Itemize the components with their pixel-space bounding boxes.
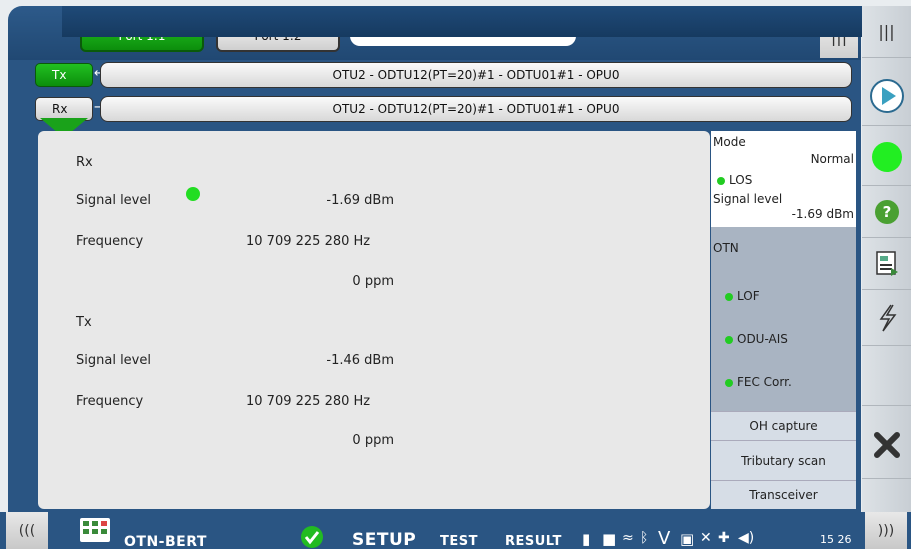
fec-corr-led <box>725 378 733 387</box>
tx-signal-label: Signal level <box>76 353 151 368</box>
fec-corr-label: FEC Corr. <box>737 375 792 389</box>
los-label: LOS <box>729 173 753 187</box>
odu-ais-led <box>725 335 733 344</box>
volume-icon[interactable]: ◀) <box>738 530 754 546</box>
storage-icon: ■ <box>602 530 617 548</box>
transceiver-button[interactable]: Transceiver <box>711 480 856 509</box>
lof-led <box>725 292 733 301</box>
status-panel: Mode Normal LOS Signal level -1.69 dBm O… <box>711 131 856 509</box>
result-tab[interactable]: RESULT <box>505 534 562 549</box>
terminal-icon: ▣ <box>680 530 695 548</box>
expand-left-button[interactable]: ((( <box>6 512 48 549</box>
status-signal-value: -1.69 dBm <box>791 207 854 221</box>
tx-frequency-value: 10 709 225 280 Hz <box>246 394 371 409</box>
expand-right-button[interactable]: ))) <box>865 512 907 549</box>
test-tab[interactable]: TEST <box>440 534 478 549</box>
los-led <box>717 176 725 185</box>
v-icon: V <box>658 528 671 549</box>
status-summary: Mode Normal LOS Signal level -1.69 dBm <box>711 131 856 227</box>
tx-button[interactable]: Tx <box>35 63 93 87</box>
odu-ais-indicator: ODU-AIS <box>725 332 788 346</box>
mode-label: Mode <box>713 135 746 149</box>
status-signal-label: Signal level <box>713 192 783 206</box>
rx-ppm-value: 0 ppm <box>352 274 394 289</box>
oh-capture-button[interactable]: OH capture <box>711 411 856 440</box>
tributary-scan-button[interactable]: Tributary scan <box>711 440 856 480</box>
setup-tab[interactable]: SETUP <box>352 530 416 549</box>
otn-label: OTN <box>713 241 739 255</box>
otn-alarms: OTN LOF ODU-AIS FEC Corr. <box>711 227 856 411</box>
svg-text:?: ? <box>882 203 891 221</box>
mode-value: Normal <box>810 152 854 166</box>
app-grid-icon[interactable] <box>80 518 110 542</box>
tx-frequency-label: Frequency <box>76 394 144 409</box>
rx-path[interactable]: OTU2 - ODTU12(PT=20)#1 - ODTU01#1 - OPU0 <box>100 96 852 122</box>
rx-frequency-value: 10 709 225 280 Hz <box>246 234 371 249</box>
check-icon <box>301 526 323 548</box>
rx-signal-led <box>186 187 200 201</box>
power-icon: ▮ <box>582 530 591 548</box>
status-led-icon <box>862 128 911 186</box>
lightning-icon[interactable] <box>862 290 911 346</box>
clock: 15 26 <box>820 533 852 546</box>
fec-corr-indicator: FEC Corr. <box>725 375 792 389</box>
los-indicator: LOS <box>717 173 752 187</box>
signal-panel: Rx Signal level -1.69 dBm Frequency 10 7… <box>38 131 710 509</box>
blank-slot <box>862 346 911 406</box>
usb-icon: ✚ <box>718 530 730 546</box>
lof-label: LOF <box>737 289 760 303</box>
tx-title: Tx <box>76 315 92 330</box>
close-icon[interactable] <box>862 411 911 479</box>
rx-signal-value: -1.69 dBm <box>326 193 394 208</box>
play-icon[interactable] <box>862 66 911 126</box>
lof-indicator: LOF <box>725 289 760 303</box>
rx-frequency-label: Frequency <box>76 234 144 249</box>
side-menu-icon[interactable]: ||| <box>862 6 911 58</box>
tx-signal-value: -1.46 dBm <box>326 353 394 368</box>
odu-ais-label: ODU-AIS <box>737 332 788 346</box>
bluetooth-icon: ᛒ <box>640 530 649 546</box>
network-icon: ✕ <box>700 530 712 546</box>
rx-title: Rx <box>76 155 93 170</box>
tx-path[interactable]: OTU2 - ODTU12(PT=20)#1 - ODTU01#1 - OPU0 <box>100 62 852 88</box>
rx-signal-label: Signal level <box>76 193 151 208</box>
wifi-icon: ≈ <box>622 530 634 546</box>
tx-ppm-value: 0 ppm <box>352 433 394 448</box>
report-icon[interactable] <box>862 238 911 290</box>
bottom-bar-inner <box>62 6 862 37</box>
app-frame: Port 1:1 Port 1:2 Application Selector |… <box>0 0 911 549</box>
app-name: OTN-BERT <box>124 534 207 549</box>
help-icon[interactable]: ? <box>862 186 911 238</box>
control-column: ||| ? <box>862 6 911 516</box>
